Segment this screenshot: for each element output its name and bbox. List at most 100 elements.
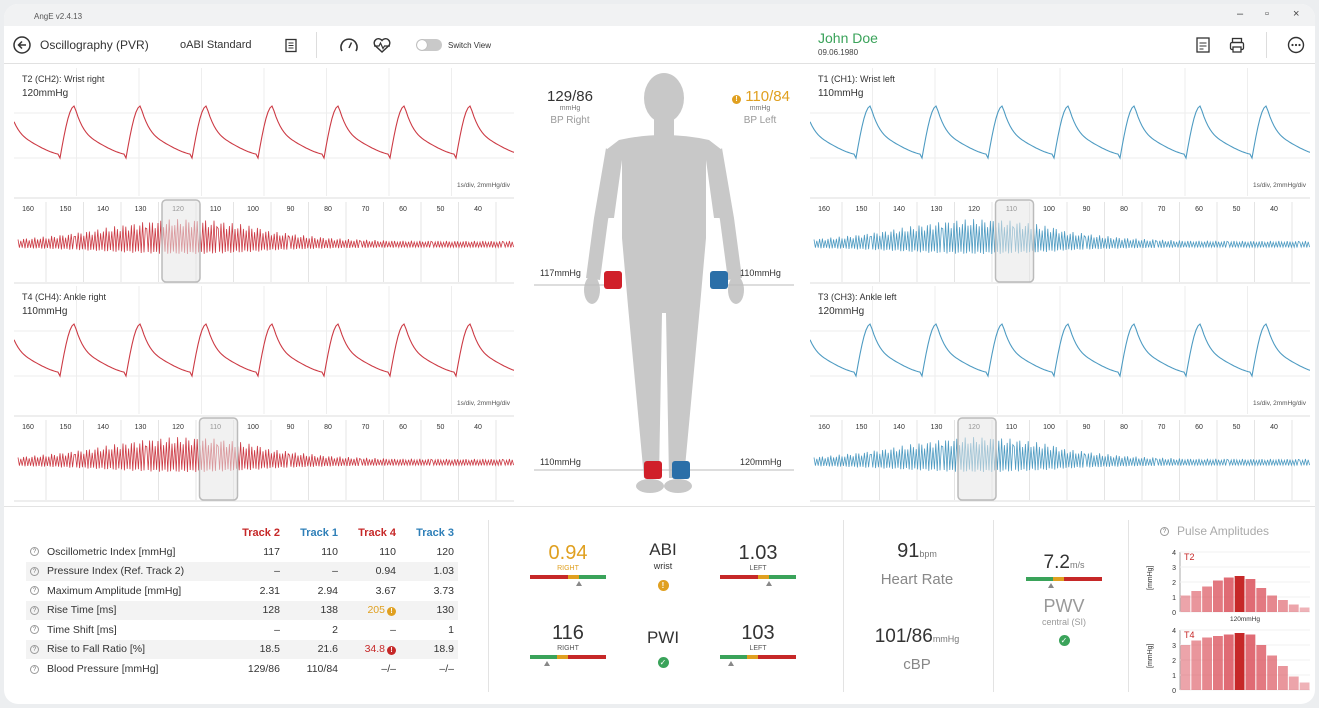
- title-bar: AngE v2.4.13 – ▫ ×: [4, 4, 1315, 26]
- minimize-button[interactable]: –: [1237, 8, 1243, 20]
- amplitude-bar: [1223, 577, 1234, 612]
- abi-right-value: 0.94: [548, 542, 588, 564]
- waveform-panel-t4[interactable]: 160150140130120110100908070605040 T4 (CH…: [14, 286, 514, 502]
- body-silhouette-icon: [534, 73, 794, 493]
- switch-view-toggle[interactable]: Switch View: [416, 26, 491, 64]
- more-button[interactable]: [1287, 26, 1305, 64]
- pulse-amplitude-chart: 0 1 2 3 4 [mmHg] T2 120mmHg: [1147, 550, 1310, 623]
- abi-card[interactable]: ABI wrist !: [628, 540, 698, 593]
- pwi-right-label: RIGHT: [557, 645, 579, 652]
- cuff-arm-right[interactable]: [604, 271, 622, 289]
- print-button[interactable]: [1228, 26, 1246, 64]
- pressure-tick-label: 90: [1083, 424, 1091, 431]
- pressure-tick-label: 160: [818, 206, 830, 213]
- amplitude-bar: [1288, 604, 1299, 612]
- gauge-pointer: [544, 661, 550, 666]
- pulse-amplitudes-label: Pulse Amplitudes: [1177, 524, 1270, 538]
- waveform-panel-t1[interactable]: 160150140130120110100908070605040 T1 (CH…: [810, 68, 1310, 284]
- pwi-title: PWI: [646, 628, 680, 647]
- report-button[interactable]: [283, 26, 299, 64]
- pwi-card[interactable]: PWI ✓: [628, 628, 698, 670]
- pressure-tick-label: 40: [474, 206, 482, 213]
- oscillation-signal: [17, 437, 514, 473]
- cell: 110: [284, 541, 342, 562]
- heart-rate-card[interactable]: 91bpm Heart Rate: [852, 540, 982, 588]
- toolbar-divider: [1266, 32, 1267, 58]
- cuff-arm-left[interactable]: [710, 271, 728, 289]
- abi-right-card[interactable]: 0.94 RIGHT: [528, 542, 608, 586]
- pressure-tick-label: 120: [968, 206, 980, 213]
- pressure-tick-label: 150: [60, 206, 72, 213]
- row-label: Blood Pressure [mmHg]: [47, 663, 159, 675]
- cell: 1.03: [400, 561, 458, 581]
- pwi-right-card[interactable]: 116 RIGHT: [528, 622, 608, 666]
- cell: 3.73: [400, 580, 458, 601]
- pressure-tick-label: 70: [362, 424, 370, 431]
- app-window: AngE v2.4.13 – ▫ × Oscillography (PVR) o…: [4, 4, 1315, 704]
- bp-left-value: 110/84: [745, 88, 790, 105]
- maximize-button[interactable]: ▫: [1265, 8, 1269, 20]
- pressure-tick-label: 80: [324, 424, 332, 431]
- pwi-right-value: 116: [552, 622, 584, 644]
- pwv-card[interactable]: 7.2m/s PWV central (SI) ✓: [1014, 552, 1114, 648]
- amplitude-bar: [1234, 633, 1245, 690]
- selection-window[interactable]: [994, 199, 1035, 283]
- toggle-switch[interactable]: [416, 39, 442, 51]
- pwi-right-gauge: [530, 655, 606, 659]
- selection-window[interactable]: [957, 417, 997, 501]
- cell: 2.94: [284, 580, 342, 601]
- help-icon[interactable]: ?: [30, 547, 39, 557]
- cuff-ankle-right[interactable]: [644, 461, 662, 479]
- selection-window[interactable]: [161, 199, 201, 283]
- abi-left-card[interactable]: 1.03 LEFT: [718, 542, 798, 586]
- pressure-tick-label: 150: [60, 424, 72, 431]
- scale-note: 1s/div, 2mmHg/div: [1253, 182, 1306, 189]
- pressure-tick-label: 70: [362, 206, 370, 213]
- metrics-table: Track 2 Track 1 Track 4 Track 3 ? Oscillo…: [26, 524, 458, 679]
- warning-icon: !: [387, 607, 396, 617]
- waveform-svg: 160150140130120110100908070605040: [810, 68, 1310, 284]
- table-row: ? Time Shift [ms] – 2 – 1: [26, 619, 458, 640]
- abi-right-label: RIGHT: [557, 565, 579, 572]
- cell: 117: [226, 541, 284, 562]
- pressure-tick-label: 90: [1083, 206, 1091, 213]
- help-icon[interactable]: ?: [30, 625, 39, 635]
- help-icon[interactable]: ?: [30, 664, 39, 674]
- bp-right: 129/86 mmHg BP Right: [538, 88, 602, 126]
- waveform-panel-t2[interactable]: 160150140130120110100908070605040 T2 (CH…: [14, 68, 514, 284]
- check-icon: ✓: [657, 657, 669, 668]
- row-label: Rise Time [ms]: [47, 604, 117, 617]
- help-icon[interactable]: ?: [30, 566, 39, 576]
- pwi-left-card[interactable]: 103 LEFT: [718, 622, 798, 666]
- pressure-tick-label: 60: [1195, 206, 1203, 213]
- pdf-export-button[interactable]: [1194, 26, 1212, 64]
- cbp-unit: mmHg: [932, 634, 960, 644]
- cuff-ankle-left[interactable]: [672, 461, 690, 479]
- arm-right-pressure: 117mmHg: [540, 268, 581, 278]
- amplitude-bar: [1256, 588, 1267, 612]
- cbp-card[interactable]: 101/86mmHg cBP: [852, 626, 982, 673]
- pressure-tick-label: 130: [931, 424, 943, 431]
- oscillation-signal: [813, 219, 1310, 255]
- amplitude-bar: [1213, 580, 1223, 612]
- heart-rate-button[interactable]: [372, 26, 392, 64]
- cell: 34.8: [364, 643, 385, 656]
- heart-pulse-icon: [373, 38, 391, 53]
- gauge-button[interactable]: [339, 26, 359, 64]
- amplitude-bar: [1278, 666, 1288, 690]
- help-icon[interactable]: ?: [30, 586, 39, 596]
- help-icon[interactable]: ?: [30, 644, 39, 654]
- bp-left-label: BP Left: [743, 115, 777, 126]
- close-button[interactable]: ×: [1293, 8, 1299, 20]
- row-label: Rise to Fall Ratio [%]: [47, 643, 146, 656]
- waveform-panel-t3[interactable]: 160150140130120110100908070605040 T3 (CH…: [810, 286, 1310, 502]
- pressure-tick-label: 160: [22, 206, 34, 213]
- help-icon[interactable]: ?: [30, 605, 39, 615]
- section-divider: [993, 520, 994, 692]
- help-icon[interactable]: ?: [1160, 527, 1169, 537]
- section-divider: [488, 520, 489, 692]
- back-button[interactable]: [12, 26, 32, 64]
- pressure-tick-label: 140: [893, 424, 905, 431]
- selection-window[interactable]: [198, 417, 239, 501]
- channel-title: T4 (CH4): Ankle right: [22, 292, 107, 302]
